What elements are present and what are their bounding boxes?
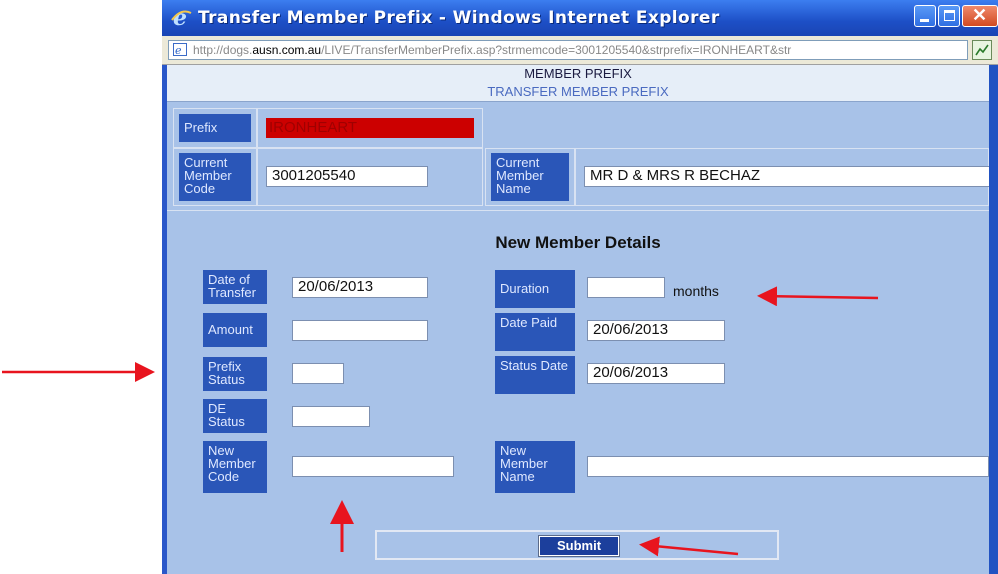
annotation-arrows (2, 286, 879, 557)
arrow-to-duration (757, 286, 879, 307)
arrow-to-submit (639, 536, 739, 557)
